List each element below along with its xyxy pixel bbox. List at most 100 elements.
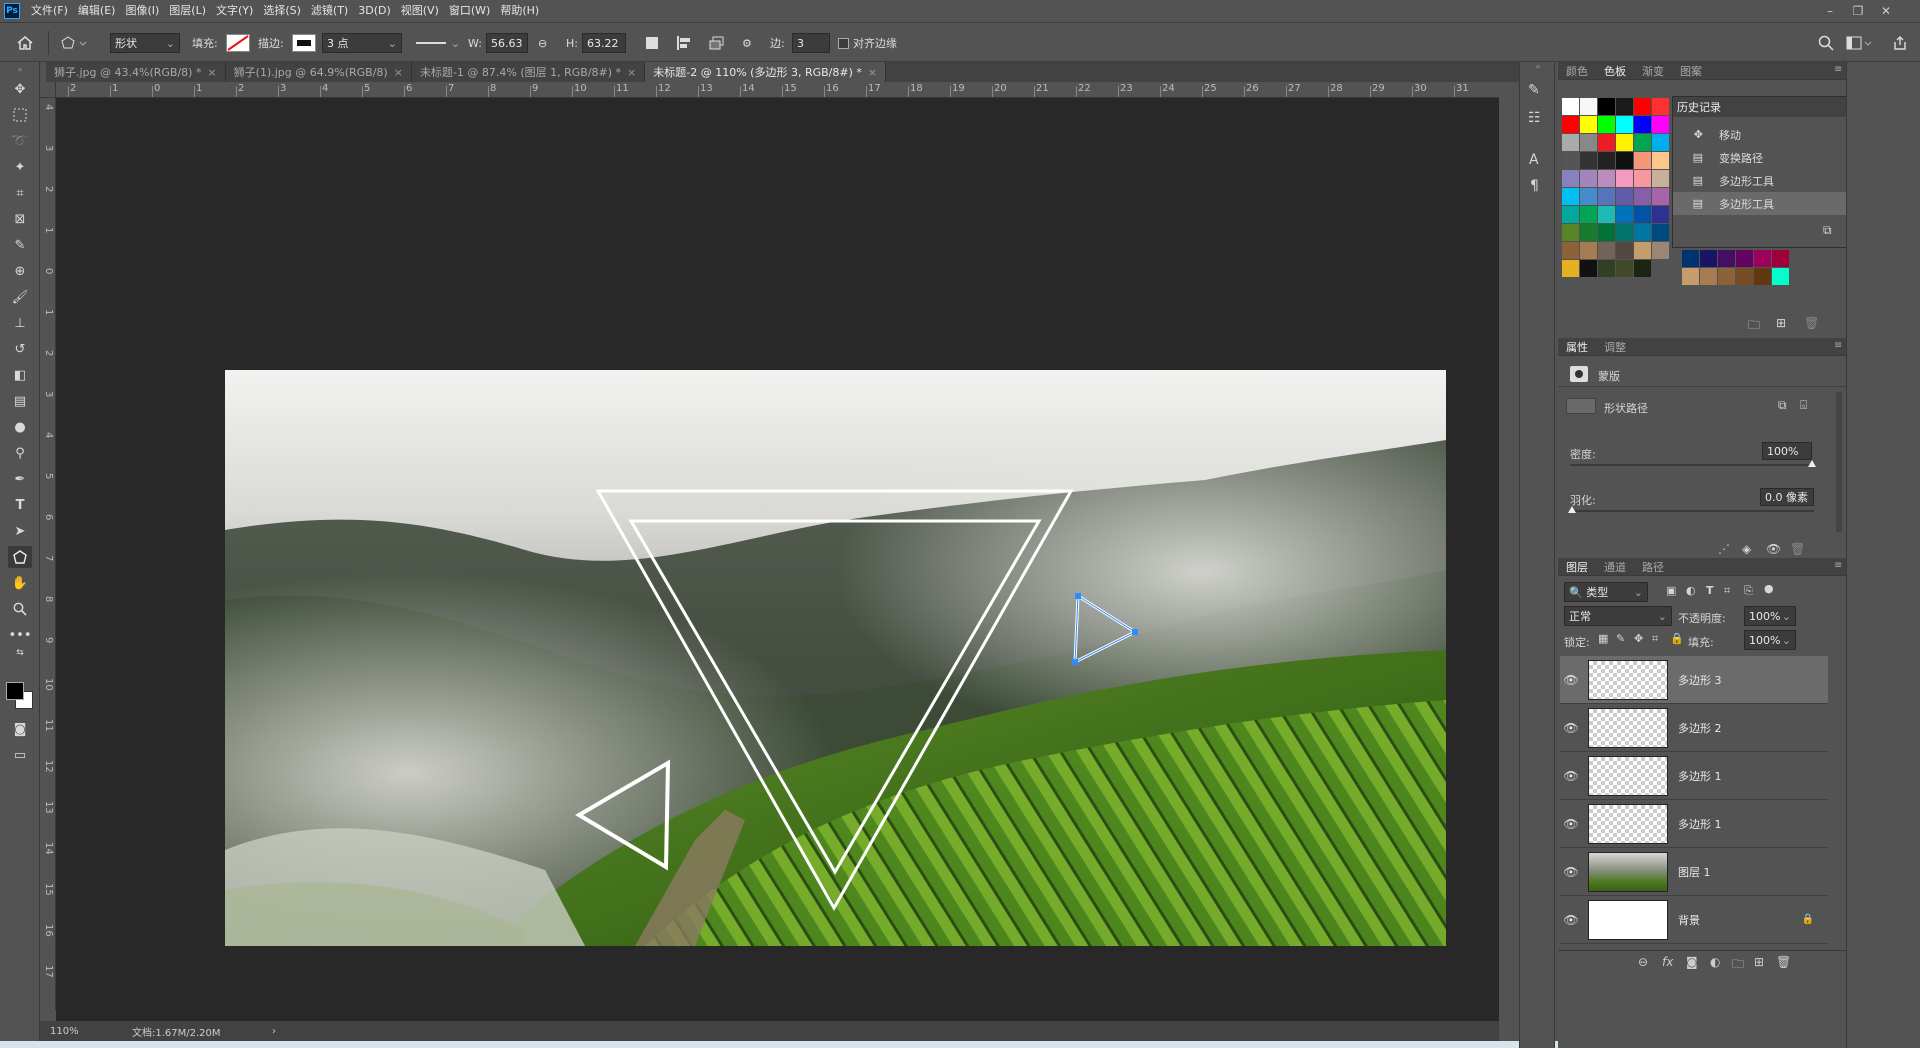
feather-slider-handle[interactable] (1568, 506, 1576, 513)
color-swatch[interactable] (1652, 152, 1669, 169)
color-swatch[interactable] (1598, 98, 1615, 115)
horizontal-ruler[interactable]: 2 1 0 1 2 3 4 5 6 7 8 9 10 11 12 13 14 15 16 17 18 19 20 21 22 23… (56, 82, 1499, 98)
mask-apply-icon[interactable]: ◈ (1742, 542, 1751, 556)
color-swatch[interactable] (1652, 170, 1669, 187)
stroke-type-select[interactable]: ⌄ (412, 33, 464, 53)
add-mask-icon[interactable]: ◙ (1686, 955, 1698, 969)
mask-selection-icon[interactable]: ⋰ (1718, 542, 1730, 556)
document-tab[interactable]: 未标题-1 @ 87.4% (图层 1, RGB/8#) * × (412, 62, 646, 82)
color-swatch[interactable] (1736, 268, 1753, 285)
color-swatch[interactable] (1754, 268, 1771, 285)
ruler-origin[interactable] (40, 82, 56, 98)
color-swatch[interactable] (1562, 98, 1579, 115)
menu-item-5[interactable]: 选择(S) (258, 0, 306, 22)
layer-row[interactable]: 👁 多边形 3 (1560, 656, 1828, 704)
panel-tab[interactable]: 通道 (1596, 559, 1634, 575)
eraser-tool-icon[interactable]: ◧ (8, 364, 32, 386)
magic-wand-tool-icon[interactable]: ✦ (8, 156, 32, 178)
color-swatch[interactable] (1598, 188, 1615, 205)
menu-item-10[interactable]: 帮助(H) (495, 0, 544, 22)
layers-menu-icon[interactable]: ≡ (1834, 560, 1842, 571)
color-swatch[interactable] (1616, 188, 1633, 205)
new-document-from-state-icon[interactable]: ⧉ (1823, 223, 1832, 238)
new-swatch-group-icon[interactable]: 🗀 (1748, 316, 1760, 337)
layer-row[interactable]: 👁 多边形 1 (1560, 800, 1828, 848)
color-swatch[interactable] (1682, 250, 1699, 267)
color-swatch[interactable] (1652, 134, 1669, 151)
close-tab-icon[interactable]: × (394, 66, 403, 79)
close-icon[interactable]: ✕ (1872, 0, 1900, 22)
color-swatch[interactable] (1718, 268, 1735, 285)
swatch-panel-menu-icon[interactable]: ≡ (1834, 64, 1842, 75)
frame-tool-icon[interactable]: ⊠ (8, 208, 32, 230)
density-slider[interactable] (1570, 464, 1814, 466)
color-swatch[interactable] (1580, 170, 1597, 187)
color-swatch[interactable] (1580, 116, 1597, 133)
color-swatch[interactable] (1616, 242, 1633, 259)
filter-pixel-icon[interactable]: ▣ (1666, 584, 1676, 597)
new-group-icon[interactable]: 🗀 (1732, 955, 1744, 976)
width-field[interactable]: 56.63 (486, 33, 528, 53)
canvas-workspace[interactable] (56, 98, 1499, 1021)
zoom-level[interactable]: 110% (50, 1026, 120, 1037)
status-menu-arrow[interactable]: › (272, 1026, 276, 1037)
color-swatch[interactable] (1652, 242, 1669, 259)
sides-field[interactable]: 3 (792, 33, 830, 53)
visibility-eye-icon[interactable]: 👁 (1560, 721, 1582, 735)
color-swatch[interactable] (1616, 116, 1633, 133)
gradient-tool-icon[interactable]: ▤ (8, 390, 32, 412)
close-tab-icon[interactable]: × (207, 66, 216, 79)
layer-name[interactable]: 多边形 1 (1678, 768, 1722, 784)
color-swatch[interactable] (1598, 134, 1615, 151)
color-swatch[interactable] (1580, 188, 1597, 205)
filter-smart-object-icon[interactable]: ⎘ (1744, 584, 1753, 598)
color-swatch[interactable] (1598, 116, 1615, 133)
layer-fill-field[interactable]: 100% ⌄ (1744, 630, 1796, 650)
type-tool-icon[interactable]: T (8, 494, 32, 516)
layer-name[interactable]: 多边形 2 (1678, 720, 1722, 736)
filter-toggle-icon[interactable]: ● (1764, 582, 1774, 595)
hand-tool-icon[interactable]: ✋ (8, 572, 32, 594)
layer-row[interactable]: 👁 多边形 1 (1560, 752, 1828, 800)
color-swatch[interactable] (1754, 250, 1771, 267)
color-swatch[interactable] (1652, 98, 1669, 115)
visibility-eye-icon[interactable]: 👁 (1560, 817, 1582, 831)
color-swatch[interactable] (1562, 188, 1579, 205)
color-swatch[interactable] (1634, 170, 1651, 187)
delete-swatch-icon[interactable]: 🗑 (1804, 316, 1819, 330)
color-swatch[interactable] (1580, 224, 1597, 241)
color-swatch[interactable] (1616, 260, 1633, 277)
path-operations-icon[interactable] (644, 33, 660, 53)
layer-name[interactable]: 多边形 1 (1678, 816, 1722, 832)
color-swatch[interactable] (1652, 116, 1669, 133)
menu-item-3[interactable]: 图层(L) (164, 0, 211, 22)
more-tools-icon[interactable]: ••• (8, 624, 32, 646)
search-icon[interactable] (1818, 33, 1834, 53)
menu-item-9[interactable]: 窗口(W) (444, 0, 495, 22)
lock-all-icon[interactable]: 🔒 (1670, 632, 1684, 645)
marquee-tool-icon[interactable] (8, 104, 32, 126)
color-swatch[interactable] (1562, 260, 1579, 277)
history-brush-tool-icon[interactable]: ↺ (8, 338, 32, 360)
stroke-size-field[interactable]: 3 点 ⌄ (322, 33, 402, 53)
feather-slider[interactable] (1570, 510, 1814, 512)
menu-item-2[interactable]: 图像(I) (120, 0, 164, 22)
density-field[interactable]: 100% (1762, 442, 1812, 460)
mode-select[interactable]: 形状 ⌄ (110, 33, 180, 53)
layer-style-icon[interactable]: fx (1662, 955, 1673, 969)
color-swatch[interactable] (1616, 224, 1633, 241)
color-swatch[interactable] (1634, 134, 1651, 151)
blur-tool-icon[interactable]: ● (8, 416, 32, 438)
density-slider-handle[interactable] (1808, 460, 1816, 467)
panel-tab[interactable]: 属性 (1558, 339, 1596, 355)
stroke-swatch[interactable] (292, 33, 316, 53)
eyedropper-tool-icon[interactable]: ✎ (8, 234, 32, 256)
color-swatch[interactable] (1598, 242, 1615, 259)
color-swatch[interactable] (1598, 224, 1615, 241)
color-swatch[interactable] (1634, 260, 1651, 277)
character-panel-icon[interactable]: A (1529, 152, 1539, 168)
healing-brush-tool-icon[interactable]: ⊕ (8, 260, 32, 282)
color-swatch[interactable] (1652, 224, 1669, 241)
document-canvas[interactable] (225, 370, 1446, 946)
menu-item-8[interactable]: 视图(V) (396, 0, 444, 22)
